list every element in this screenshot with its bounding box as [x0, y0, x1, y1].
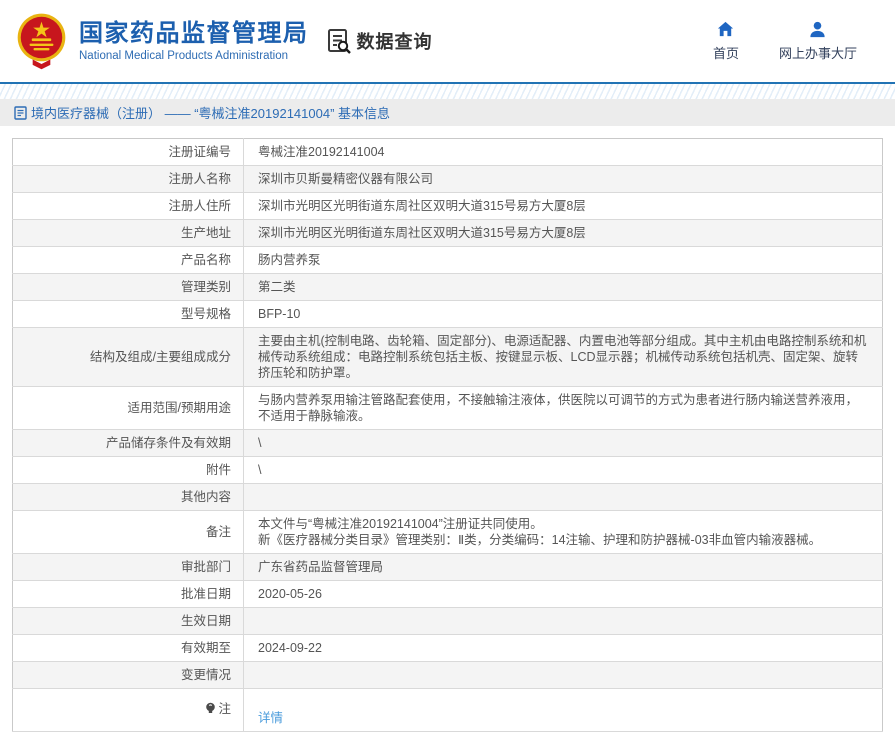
row-label: 备注	[13, 511, 244, 554]
data-query-section[interactable]: 数据查询	[326, 28, 433, 54]
row-label: 批准日期	[13, 581, 244, 608]
breadcrumb: 境内医疗器械（注册） —— “粤械注准20192141004” 基本信息	[14, 103, 390, 122]
spacer	[0, 126, 895, 138]
nav-item-home[interactable]: 首页	[713, 20, 739, 62]
row-value: 深圳市光明区光明街道东周社区双明大道315号易方大厦8层	[244, 220, 883, 247]
row-value	[244, 484, 883, 511]
table-row: 产品名称 肠内营养泵	[13, 247, 883, 274]
row-label: 产品名称	[13, 247, 244, 274]
row-label: 生效日期	[13, 608, 244, 635]
details-link[interactable]: 详情	[258, 711, 283, 725]
registration-info-table-wrap: 注册证编号 粤械注准20192141004 注册人名称 深圳市贝斯曼精密仪器有限…	[0, 138, 895, 732]
row-label: 注册人名称	[13, 166, 244, 193]
home-icon	[716, 20, 735, 39]
table-row: 批准日期 2020-05-26	[13, 581, 883, 608]
note-label-text: 注	[218, 701, 231, 717]
table-row: 备注 本文件与“粤械注准20192141004”注册证共同使用。 新《医疗器械分…	[13, 511, 883, 554]
row-value: BFP-10	[244, 301, 883, 328]
nav-item-service-hall[interactable]: 网上办事大厅	[779, 20, 857, 62]
row-value: 广东省药品监督管理局	[244, 554, 883, 581]
row-value: 2020-05-26	[244, 581, 883, 608]
row-value: 深圳市贝斯曼精密仪器有限公司	[244, 166, 883, 193]
site-title: 国家药品监督管理局	[79, 20, 309, 48]
person-icon	[808, 20, 827, 39]
row-value: 深圳市光明区光明街道东周社区双明大道315号易方大厦8层	[244, 193, 883, 220]
hatched-divider	[0, 84, 895, 99]
table-row: 变更情况	[13, 662, 883, 689]
top-nav: 首页 网上办事大厅	[713, 20, 857, 62]
table-row: 生产地址 深圳市光明区光明街道东周社区双明大道315号易方大厦8层	[13, 220, 883, 247]
table-row: 注册证编号 粤械注准20192141004	[13, 139, 883, 166]
row-label: 注	[13, 689, 244, 732]
row-label: 注册人住所	[13, 193, 244, 220]
row-label: 有效期至	[13, 635, 244, 662]
data-query-label: 数据查询	[357, 28, 433, 54]
nmpa-logo[interactable]: 国家药品监督管理局 National Medical Products Admi…	[13, 11, 309, 71]
table-row: 附件 \	[13, 457, 883, 484]
site-header: 国家药品监督管理局 National Medical Products Admi…	[0, 0, 895, 84]
table-row: 管理类别 第二类	[13, 274, 883, 301]
bulb-icon	[205, 702, 216, 715]
row-label: 附件	[13, 457, 244, 484]
row-value: 肠内营养泵	[244, 247, 883, 274]
page-title: 境内医疗器械（注册） —— “粤械注准20192141004” 基本信息	[31, 103, 390, 122]
row-label: 结构及组成/主要组成成分	[13, 328, 244, 387]
row-label: 产品储存条件及有效期	[13, 430, 244, 457]
nav-service-hall-label: 网上办事大厅	[779, 43, 857, 62]
row-label: 管理类别	[13, 274, 244, 301]
row-label: 生产地址	[13, 220, 244, 247]
breadcrumb-bar: 境内医疗器械（注册） —— “粤械注准20192141004” 基本信息	[0, 99, 895, 126]
nav-home-label: 首页	[713, 43, 739, 62]
row-value: 粤械注准20192141004	[244, 139, 883, 166]
table-row: 适用范围/预期用途 与肠内营养泵用输注管路配套使用，不接触输注液体，供医院以可调…	[13, 387, 883, 430]
row-label: 注册证编号	[13, 139, 244, 166]
row-value: 主要由主机(控制电路、齿轮箱、固定部分)、电源适配器、内置电池等部分组成。其中主…	[244, 328, 883, 387]
table-row: 注册人名称 深圳市贝斯曼精密仪器有限公司	[13, 166, 883, 193]
table-row: 有效期至 2024-09-22	[13, 635, 883, 662]
table-row: 产品储存条件及有效期 \	[13, 430, 883, 457]
row-value: \	[244, 457, 883, 484]
row-label: 变更情况	[13, 662, 244, 689]
row-value	[244, 662, 883, 689]
table-row: 生效日期	[13, 608, 883, 635]
site-subtitle: National Medical Products Administration	[79, 50, 309, 62]
document-icon	[14, 106, 27, 120]
table-row-note: 注 详情	[13, 689, 883, 732]
row-value: 2024-09-22	[244, 635, 883, 662]
row-label: 其他内容	[13, 484, 244, 511]
row-value: 详情	[244, 689, 883, 732]
table-row: 审批部门 广东省药品监督管理局	[13, 554, 883, 581]
table-row: 结构及组成/主要组成成分 主要由主机(控制电路、齿轮箱、固定部分)、电源适配器、…	[13, 328, 883, 387]
row-value: 本文件与“粤械注准20192141004”注册证共同使用。 新《医疗器械分类目录…	[244, 511, 883, 554]
registration-info-table: 注册证编号 粤械注准20192141004 注册人名称 深圳市贝斯曼精密仪器有限…	[12, 138, 883, 732]
table-row: 其他内容	[13, 484, 883, 511]
china-national-emblem-icon	[13, 11, 70, 71]
document-search-icon	[326, 28, 352, 54]
table-row: 注册人住所 深圳市光明区光明街道东周社区双明大道315号易方大厦8层	[13, 193, 883, 220]
row-label: 审批部门	[13, 554, 244, 581]
row-label: 适用范围/预期用途	[13, 387, 244, 430]
row-label: 型号规格	[13, 301, 244, 328]
row-value: \	[244, 430, 883, 457]
table-row: 型号规格 BFP-10	[13, 301, 883, 328]
row-value: 与肠内营养泵用输注管路配套使用，不接触输注液体，供医院以可调节的方式为患者进行肠…	[244, 387, 883, 430]
row-value: 第二类	[244, 274, 883, 301]
row-value	[244, 608, 883, 635]
